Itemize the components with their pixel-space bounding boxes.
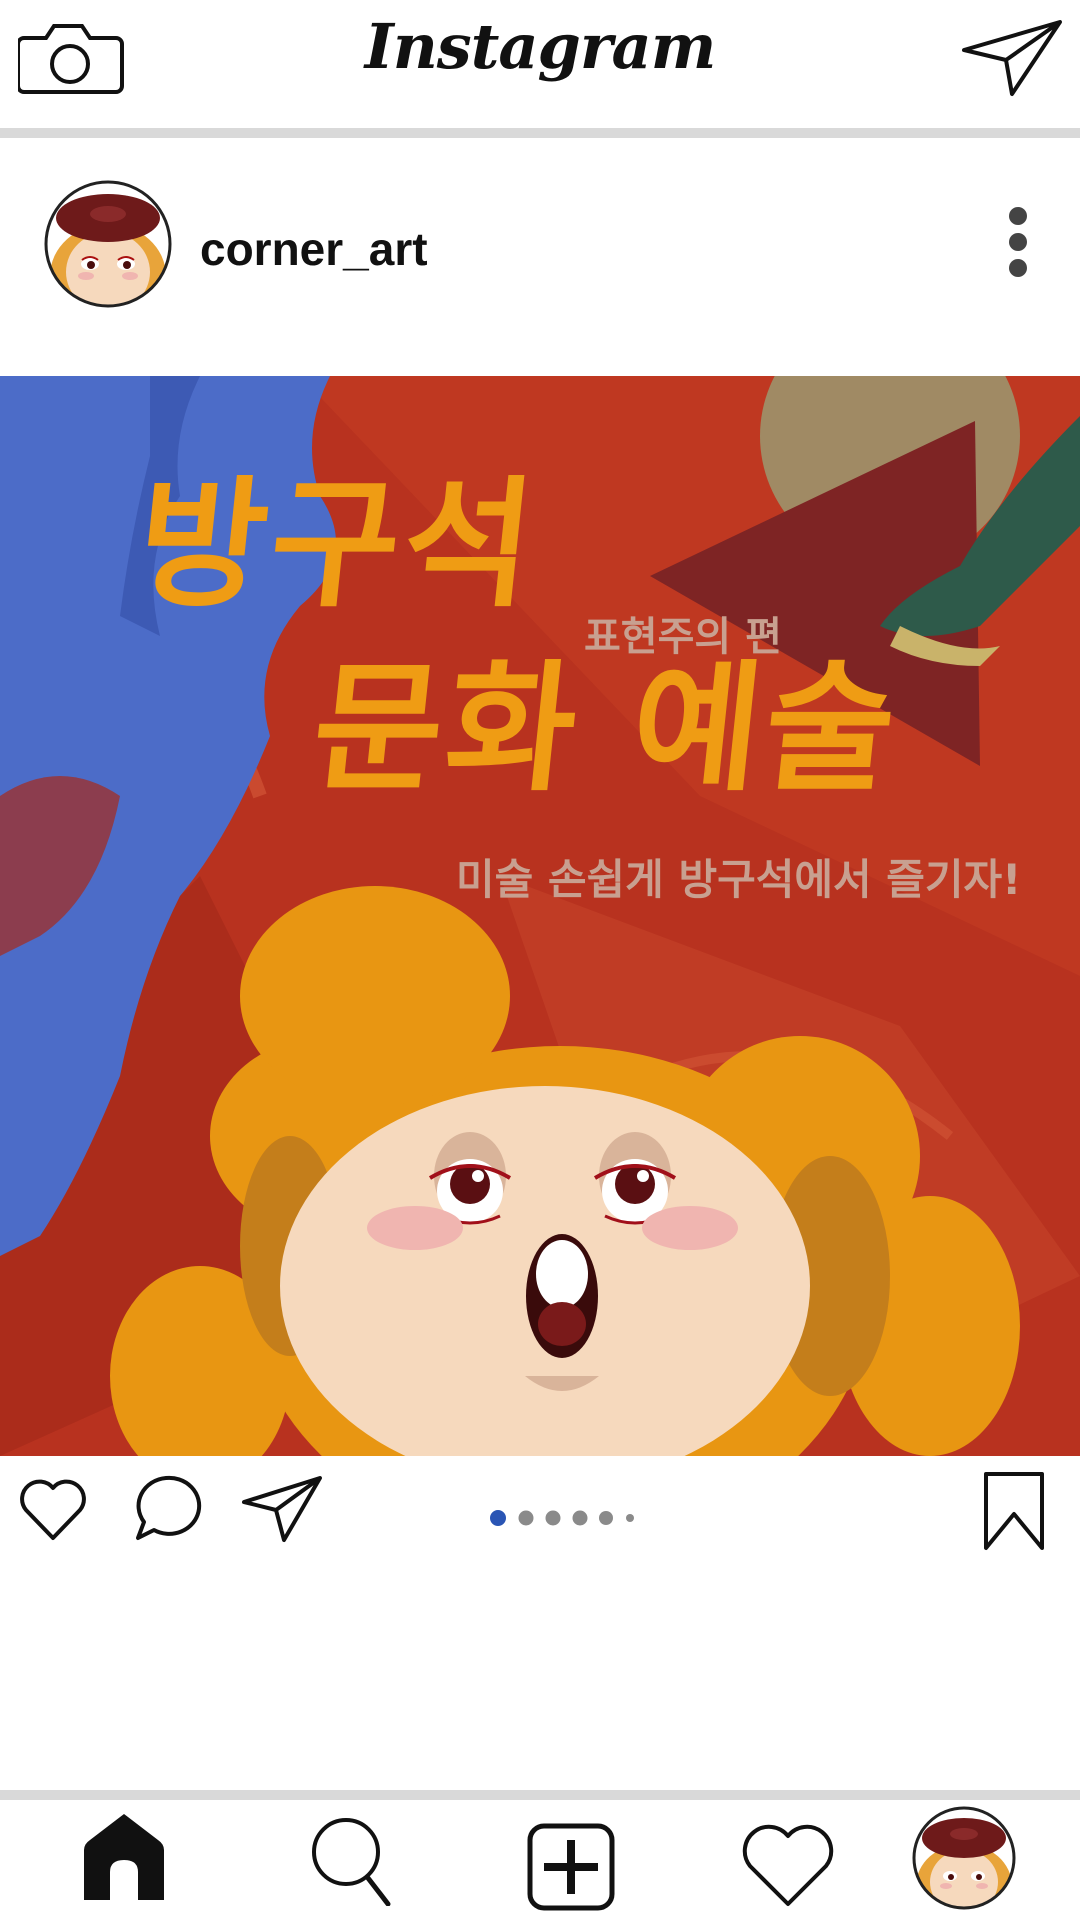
post-tagline: 미술 손쉽게 방구석에서 즐기자!: [456, 855, 1022, 904]
carousel-dot: [518, 1510, 534, 1526]
bottom-divider: [0, 1790, 1080, 1800]
carousel-dot: [545, 1510, 561, 1526]
share-icon[interactable]: [240, 1474, 324, 1544]
activity-heart-icon[interactable]: [740, 1822, 836, 1908]
carousel-dot-active: [490, 1510, 506, 1526]
post-title-line2: 문화 예술: [305, 648, 907, 811]
direct-message-icon[interactable]: [960, 18, 1064, 98]
comment-icon[interactable]: [130, 1472, 202, 1544]
home-icon[interactable]: [82, 1810, 166, 1902]
bookmark-icon[interactable]: [982, 1470, 1046, 1552]
heart-icon[interactable]: [18, 1476, 88, 1542]
carousel-dot: [572, 1510, 588, 1526]
more-options-icon[interactable]: [1006, 206, 1030, 278]
post-author-avatar[interactable]: [44, 180, 172, 308]
top-bar: Instagram: [0, 0, 1080, 128]
carousel-indicator: [488, 1508, 638, 1528]
search-icon[interactable]: [310, 1816, 392, 1907]
post-image[interactable]: 방구석 표현주의 편 문화 예술 미술 손쉽게 방구석에서 즐기자!: [0, 376, 1080, 1456]
app-logo: Instagram: [364, 10, 717, 83]
post-username[interactable]: corner_art: [200, 222, 428, 276]
post-title-line1: 방구석: [129, 464, 546, 627]
profile-avatar[interactable]: [912, 1806, 1016, 1910]
carousel-dot: [626, 1514, 634, 1522]
add-post-icon[interactable]: [526, 1822, 616, 1912]
top-divider: [0, 128, 1080, 138]
carousel-dot: [599, 1511, 613, 1525]
